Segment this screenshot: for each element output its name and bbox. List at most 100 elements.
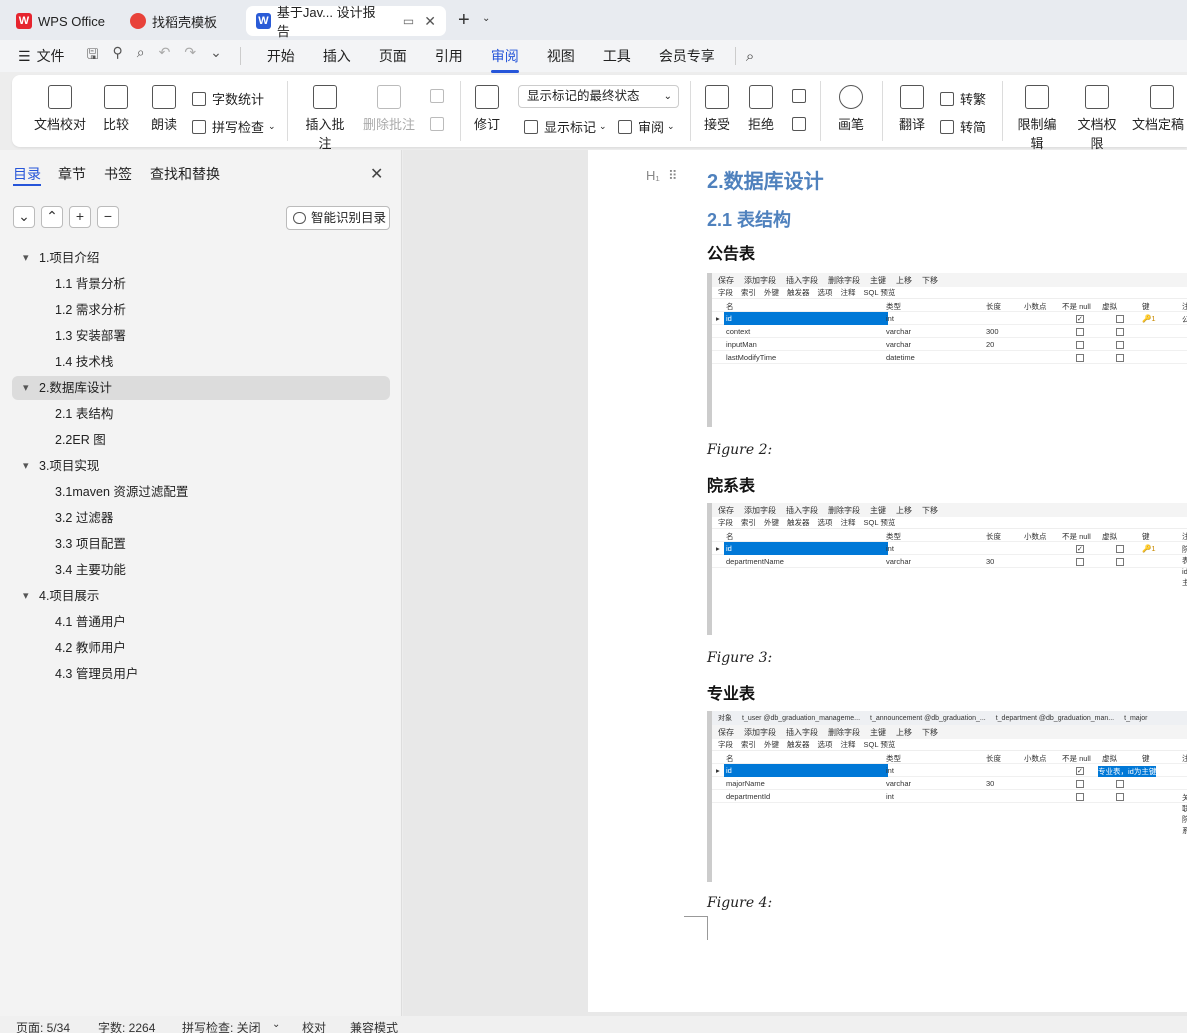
checkbox[interactable]: ✓ — [1076, 545, 1084, 553]
shot-tab[interactable]: 选项 — [818, 517, 833, 528]
menu-page[interactable]: 页面 — [365, 46, 421, 66]
print-preview-icon[interactable]: ⌕ — [137, 44, 145, 68]
shot-toolbar-item[interactable]: 添加字段 — [744, 505, 776, 516]
shot-toolbar-item[interactable]: 主键 — [870, 727, 886, 738]
shot-tab[interactable]: 注释 — [841, 287, 856, 298]
add-level-button[interactable]: + — [69, 206, 91, 228]
checkbox[interactable] — [1116, 558, 1124, 566]
tab-document[interactable]: W 基于Jav... 设计报告 ▭ ✕ — [246, 5, 446, 39]
tab-bookmark[interactable]: 书签 — [104, 164, 132, 184]
pen-button[interactable]: 画笔 — [834, 85, 868, 133]
next-change-button[interactable] — [792, 117, 812, 131]
shot-tab[interactable]: 外键 — [764, 517, 779, 528]
reject-button[interactable]: 拒绝 — [744, 85, 778, 133]
shot-tab[interactable]: 触发器 — [787, 739, 810, 750]
file-menu[interactable]: ☰ 文件 — [18, 46, 65, 66]
menu-tools[interactable]: 工具 — [589, 46, 645, 66]
next-comment-button[interactable] — [430, 117, 450, 131]
object-tab[interactable]: t_department @db_graduation_man... — [996, 715, 1114, 722]
checkbox[interactable] — [1076, 354, 1084, 362]
word-count-indicator[interactable]: 字数: 2264 — [98, 1019, 155, 1033]
spell-check-indicator[interactable]: 拼写检查: 关闭 — [182, 1019, 261, 1033]
shot-tab[interactable]: 字段 — [718, 287, 733, 298]
expand-arrow-icon[interactable]: ▾ — [23, 376, 29, 400]
checkbox[interactable] — [1116, 545, 1124, 553]
proof-button[interactable]: 文档校对 — [28, 85, 92, 133]
shot-toolbar-item[interactable]: 保存 — [718, 727, 734, 738]
remove-level-button[interactable]: − — [97, 206, 119, 228]
menu-view[interactable]: 视图 — [533, 46, 589, 66]
toc-item[interactable]: 2.2ER 图 — [12, 428, 390, 452]
drag-handle-icon[interactable]: ⠿ — [668, 168, 678, 184]
accept-button[interactable]: 接受 — [700, 85, 734, 133]
close-icon[interactable]: ✕ — [370, 164, 383, 184]
shot-toolbar-item[interactable]: 主键 — [870, 505, 886, 516]
expand-arrow-icon[interactable]: ▾ — [23, 246, 29, 270]
shot-toolbar-item[interactable]: 插入字段 — [786, 727, 818, 738]
undo-icon[interactable]: ↶ — [159, 44, 171, 68]
link-icon[interactable]: ⚲ — [113, 44, 123, 68]
new-tab-icon[interactable]: + — [458, 9, 470, 32]
shot-tab[interactable]: SQL 预览 — [864, 739, 896, 750]
insert-comment-button[interactable]: 插入批注 — [300, 85, 350, 152]
tab-chapter[interactable]: 章节 — [58, 164, 86, 184]
checkbox[interactable] — [1116, 328, 1124, 336]
toc-item[interactable]: 4.3 管理员用户 — [12, 662, 390, 686]
shot-toolbar-item[interactable]: 上移 — [896, 505, 912, 516]
shot-tab[interactable]: 索引 — [741, 517, 756, 528]
toc-item[interactable]: ▾ 3.项目实现 — [12, 454, 390, 478]
tab-docer[interactable]: 找稻壳模板 — [120, 6, 240, 36]
read-aloud-button[interactable]: 朗读 — [146, 85, 182, 133]
menu-start[interactable]: 开始 — [253, 46, 309, 66]
review-pane-button[interactable]: 审阅 ⌄ — [618, 117, 675, 136]
shot-toolbar-item[interactable]: 删除字段 — [828, 505, 860, 516]
shot-tab[interactable]: 注释 — [841, 739, 856, 750]
shot-toolbar-item[interactable]: 保存 — [718, 275, 734, 286]
menu-reference[interactable]: 引用 — [421, 46, 477, 66]
shot-toolbar-item[interactable]: 主键 — [870, 275, 886, 286]
menu-review[interactable]: 审阅 — [477, 46, 533, 73]
shot-toolbar-item[interactable]: 下移 — [922, 727, 938, 738]
window-icon[interactable]: ▭ — [403, 14, 414, 28]
save-icon[interactable]: 🖫 — [87, 44, 99, 68]
object-tab[interactable]: t_major — [1124, 715, 1147, 722]
shot-tab[interactable]: 外键 — [764, 739, 779, 750]
expand-arrow-icon[interactable]: ▾ — [23, 454, 29, 478]
toc-item[interactable]: 1.2 需求分析 — [12, 298, 390, 322]
collapse-up-button[interactable]: ⌃ — [41, 206, 63, 228]
shot-tab[interactable]: 选项 — [818, 287, 833, 298]
prev-comment-button[interactable] — [430, 89, 450, 103]
toc-item[interactable]: 2.1 表结构 — [12, 402, 390, 426]
word-count-button[interactable]: 字数统计 — [192, 89, 264, 108]
shot-tab[interactable]: 索引 — [741, 739, 756, 750]
menu-member[interactable]: 会员专享 — [645, 46, 729, 66]
shot-tab[interactable]: 选项 — [818, 739, 833, 750]
tab-wps-office[interactable]: W WPS Office — [6, 6, 116, 36]
toc-item[interactable]: 3.4 主要功能 — [12, 558, 390, 582]
shot-tab[interactable]: SQL 预览 — [864, 287, 896, 298]
object-tab[interactable]: t_announcement @db_graduation_... — [870, 715, 986, 722]
checkbox[interactable] — [1116, 780, 1124, 788]
shot-tab[interactable]: 外键 — [764, 287, 779, 298]
proof-indicator[interactable]: 校对 — [302, 1019, 326, 1033]
spell-check-button[interactable]: 拼写检查 ⌄ — [192, 117, 276, 136]
tab-toc[interactable]: 目录 — [13, 164, 41, 184]
menu-insert[interactable]: 插入 — [309, 46, 365, 66]
toc-item[interactable]: 1.1 背景分析 — [12, 272, 390, 296]
to-simplified-button[interactable]: 转简 — [940, 117, 986, 136]
toc-item[interactable]: ▾ 2.数据库设计 — [12, 376, 390, 400]
shot-toolbar-item[interactable]: 保存 — [718, 505, 734, 516]
toc-item[interactable]: 3.3 项目配置 — [12, 532, 390, 556]
shot-toolbar-item[interactable]: 添加字段 — [744, 727, 776, 738]
shot-tab[interactable]: 索引 — [741, 287, 756, 298]
more-chevron-icon[interactable]: ⌄ — [210, 44, 222, 68]
checkbox[interactable]: ✓ — [1076, 767, 1084, 775]
shot-toolbar-item[interactable]: 删除字段 — [828, 275, 860, 286]
shot-tab[interactable]: SQL 预览 — [864, 517, 896, 528]
compare-button[interactable]: 比较 — [96, 85, 136, 133]
shot-tab[interactable]: 注释 — [841, 517, 856, 528]
revise-button[interactable]: 修订 — [470, 85, 504, 133]
collapse-down-button[interactable]: ⌄ — [13, 206, 35, 228]
checkbox[interactable] — [1116, 315, 1124, 323]
translate-button[interactable]: 翻译 — [892, 85, 932, 133]
